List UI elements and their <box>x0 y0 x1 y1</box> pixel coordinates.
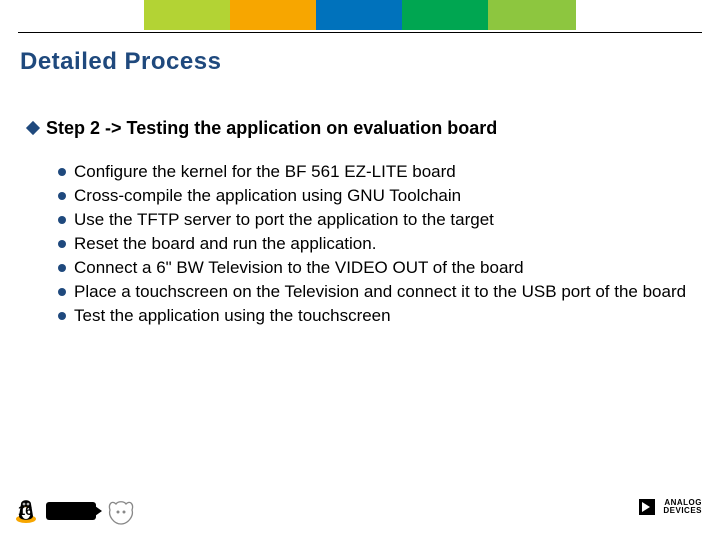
analog-devices-logo: ANALOG DEVICES <box>602 498 702 516</box>
bullet-icon <box>58 288 66 296</box>
list-item: Use the TFTP server to port the applicat… <box>58 209 692 232</box>
blackfin-logo-icon <box>46 502 96 520</box>
bullet-icon <box>58 168 66 176</box>
page-number: 16 <box>18 503 32 518</box>
step-label: Step <box>46 118 85 138</box>
horizontal-rule <box>18 32 702 33</box>
list-item: Cross-compile the application using GNU … <box>58 185 692 208</box>
step-heading: Step 2 -> Testing the application on eva… <box>28 118 692 139</box>
banner-segment <box>488 0 576 30</box>
list-item-text: Place a touchscreen on the Television an… <box>74 282 686 301</box>
list-item: Place a touchscreen on the Television an… <box>58 281 692 304</box>
bullet-icon <box>58 264 66 272</box>
adi-triangle-icon <box>639 499 655 515</box>
banner-segment <box>144 0 230 30</box>
bullet-icon <box>58 216 66 224</box>
list-item-text: Reset the board and run the application. <box>74 234 376 253</box>
banner-segment <box>402 0 488 30</box>
list-item-text: Test the application using the touchscre… <box>74 306 391 325</box>
adi-line2: DEVICES <box>663 506 702 515</box>
list-item: Configure the kernel for the BF 561 EZ-L… <box>58 161 692 184</box>
bullet-icon <box>58 240 66 248</box>
slide-title: Detailed Process <box>20 48 221 76</box>
adi-logo-text: ANALOG DEVICES <box>663 499 702 515</box>
list-item: Connect a 6" BW Television to the VIDEO … <box>58 257 692 280</box>
header-banner <box>144 0 576 30</box>
list-item-text: Use the TFTP server to port the applicat… <box>74 210 494 229</box>
list-item-text: Connect a 6" BW Television to the VIDEO … <box>74 258 524 277</box>
gnu-icon <box>106 498 136 526</box>
slide-footer: 16 ANALOG DEVICES <box>0 482 720 526</box>
step-text: 2 -> Testing the application on evaluati… <box>90 118 497 138</box>
banner-segment <box>316 0 402 30</box>
list-item-text: Configure the kernel for the BF 561 EZ-L… <box>74 162 456 181</box>
slide: Detailed Process Step 2 -> Testing the a… <box>0 0 720 540</box>
list-item: Reset the board and run the application. <box>58 233 692 256</box>
list-item: Test the application using the touchscre… <box>58 305 692 328</box>
slide-body: Step 2 -> Testing the application on eva… <box>28 118 692 329</box>
bullet-icon <box>58 192 66 200</box>
sub-bullet-list: Configure the kernel for the BF 561 EZ-L… <box>58 161 692 328</box>
bullet-icon <box>58 312 66 320</box>
list-item-text: Cross-compile the application using GNU … <box>74 186 461 205</box>
diamond-bullet-icon <box>26 121 40 135</box>
banner-segment <box>230 0 316 30</box>
